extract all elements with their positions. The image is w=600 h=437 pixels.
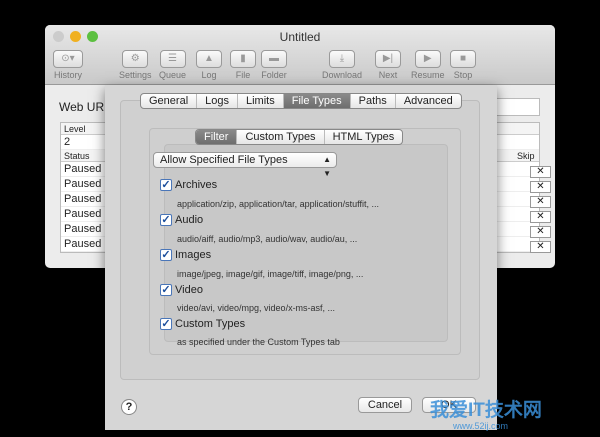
toolbar-label: History xyxy=(53,70,82,80)
toolbar-label: Download xyxy=(322,70,363,80)
subtab-custom-types[interactable]: Custom Types xyxy=(237,130,325,144)
archives-checkbox[interactable]: ✓ Archives xyxy=(160,179,217,191)
toolbar-log[interactable]: ▲ Log xyxy=(196,50,222,80)
toolbar-label: Folder xyxy=(261,70,287,80)
watermark-logo: 我爱IT技术网 xyxy=(430,400,542,421)
images-checkbox[interactable]: ✓ Images xyxy=(160,249,211,261)
skip-button[interactable]: ✕ xyxy=(530,166,551,178)
tab-logs[interactable]: Logs xyxy=(197,94,238,108)
toolbar-label: Settings xyxy=(119,70,152,80)
toolbar-label: Log xyxy=(201,70,217,80)
chevron-updown-icon: ▲ ▼ xyxy=(323,155,331,178)
status-header-label: Status xyxy=(64,151,90,161)
checkbox-label: Audio xyxy=(175,214,204,226)
checkbox-label: Custom Types xyxy=(175,318,246,330)
toolbar-label: File xyxy=(235,70,251,80)
checkmark-icon: ✓ xyxy=(160,179,172,191)
file-icon: ▮ xyxy=(230,50,256,68)
subtab-html-types[interactable]: HTML Types xyxy=(325,130,403,144)
toolbar-download[interactable]: ⤓ Download xyxy=(322,50,362,80)
play-icon: ▶ xyxy=(414,50,441,68)
toolbar-resume[interactable]: ▶ Resume xyxy=(411,50,445,80)
toolbar-stop[interactable]: ■ Stop xyxy=(450,50,476,80)
filter-mode-select[interactable]: Allow Specified File Types ▲ ▼ xyxy=(153,152,337,178)
preferences-tabs: General Logs Limits File Types Paths Adv… xyxy=(140,93,462,109)
watermark-url: www.52ij.com xyxy=(453,421,509,431)
custom-types-checkbox[interactable]: ✓ Custom Types xyxy=(160,318,245,330)
toolbar-label: Stop xyxy=(453,70,473,80)
window-title: Untitled xyxy=(279,30,321,44)
toolbar-label: Queue xyxy=(159,70,187,80)
toolbar-label: Next xyxy=(378,70,398,80)
cancel-button[interactable]: Cancel xyxy=(358,397,412,413)
custom-types-desc: as specified under the Custom Types tab xyxy=(177,337,340,347)
checkmark-icon: ✓ xyxy=(160,249,172,261)
video-checkbox[interactable]: ✓ Video xyxy=(160,284,203,296)
list-icon: ☰ xyxy=(159,50,186,68)
skip-button[interactable]: ✕ xyxy=(530,181,551,193)
gear-icon: ⚙ xyxy=(122,50,149,68)
preferences-sheet: General Logs Limits File Types Paths Adv… xyxy=(105,85,497,430)
tab-limits[interactable]: Limits xyxy=(238,94,284,108)
skip-button[interactable]: ✕ xyxy=(530,241,551,253)
subtab-filter[interactable]: Filter xyxy=(196,130,238,144)
download-icon: ⤓ xyxy=(329,50,356,68)
skip-button[interactable]: ✕ xyxy=(530,211,551,223)
filter-mode-value: Allow Specified File Types xyxy=(160,154,288,166)
skip-button[interactable]: ✕ xyxy=(530,196,551,208)
checkbox-label: Archives xyxy=(175,179,218,191)
toolbar-folder[interactable]: ▬ Folder xyxy=(261,50,287,80)
next-icon: ▶| xyxy=(375,50,401,68)
video-desc: video/avi, video/mpg, video/x-ms-asf, ..… xyxy=(177,303,336,313)
checkmark-icon: ✓ xyxy=(160,318,172,330)
tab-general[interactable]: General xyxy=(141,94,198,108)
tab-paths[interactable]: Paths xyxy=(351,94,396,108)
title-bar: Untitled ⊙▾ History ⚙ Settings ☰ Queue ▲ Log… xyxy=(45,25,555,85)
audio-desc: audio/aiff, audio/mp3, audio/wav, audio/… xyxy=(177,234,358,244)
history-icon: ⊙▾ xyxy=(53,50,83,68)
toolbar-file[interactable]: ▮ File xyxy=(230,50,256,80)
warning-icon: ▲ xyxy=(196,50,222,68)
stop-icon: ■ xyxy=(450,50,476,68)
folder-icon: ▬ xyxy=(261,50,287,68)
tab-file-types[interactable]: File Types xyxy=(283,94,351,108)
skip-header: Skip xyxy=(517,151,535,161)
help-button[interactable]: ? xyxy=(121,399,137,415)
file-type-subtabs: Filter Custom Types HTML Types xyxy=(195,129,404,145)
checkmark-icon: ✓ xyxy=(160,214,172,226)
checkmark-icon: ✓ xyxy=(160,284,172,296)
toolbar-label: Resume xyxy=(411,70,445,80)
toolbar-history[interactable]: ⊙▾ History xyxy=(53,50,83,80)
toolbar-settings[interactable]: ⚙ Settings xyxy=(119,50,152,80)
checkbox-label: Images xyxy=(175,249,212,261)
audio-checkbox[interactable]: ✓ Audio xyxy=(160,214,203,226)
checkbox-label: Video xyxy=(175,284,203,296)
archives-desc: application/zip, application/tar, applic… xyxy=(177,199,379,209)
skip-button[interactable]: ✕ xyxy=(530,226,551,238)
toolbar-queue[interactable]: ☰ Queue xyxy=(159,50,186,80)
toolbar-next[interactable]: ▶| Next xyxy=(375,50,401,80)
images-desc: image/jpeg, image/gif, image/tiff, image… xyxy=(177,269,364,279)
tab-advanced[interactable]: Advanced xyxy=(396,94,461,108)
